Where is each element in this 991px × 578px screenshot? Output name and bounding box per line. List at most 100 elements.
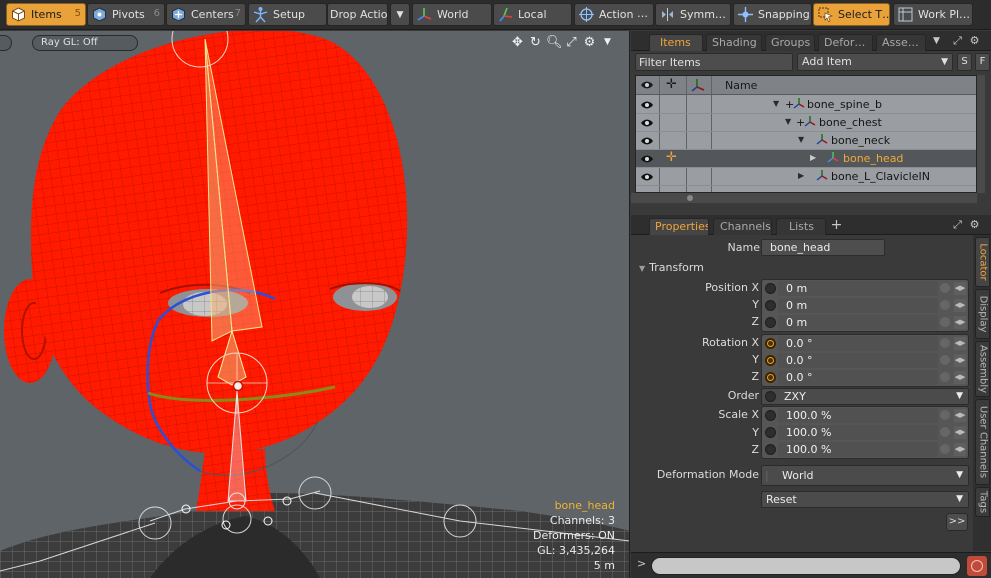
tab-shading[interactable]: Shading	[706, 34, 762, 51]
scale-z-field[interactable]: 100.0 %	[778, 442, 938, 457]
select-through-button[interactable]: Select T…	[813, 3, 890, 26]
keyframe-dot[interactable]	[765, 283, 776, 294]
items-tree[interactable]: ✛ Name ▼ + bone_spine_b ▼ + bone_chest ▼…	[635, 75, 977, 193]
tab-display[interactable]: Display	[975, 289, 990, 339]
add-item-dropdown[interactable]: Add Item ▼	[797, 53, 953, 71]
local-transform-button[interactable]: Local	[493, 3, 572, 26]
rotation-x-field[interactable]: 0.0 °	[778, 336, 938, 351]
move-view-icon[interactable]: ✥	[510, 35, 525, 50]
setup-mode-button[interactable]: Setup	[248, 3, 327, 26]
tab-properties[interactable]: Properties	[649, 218, 709, 235]
stepper-arrows-icon[interactable]: ◀▶	[954, 371, 966, 384]
keyframe-dot[interactable]	[765, 300, 776, 311]
keyframe-dot[interactable]	[765, 372, 776, 383]
list-item[interactable]: ▶ bone_L_ClavicleIN	[636, 168, 976, 186]
tab-deformers[interactable]: Defor…	[818, 34, 873, 51]
lock-column-icon[interactable]: ✛	[666, 77, 677, 92]
list-item[interactable]: ▼ bone_neck	[636, 132, 976, 150]
f-button[interactable]: F	[975, 53, 990, 71]
3d-viewport[interactable]: Ray GL: Off ✥ ↻ 🔍︎ ⤢ ⚙ ▼ bone_head Chann…	[0, 31, 630, 578]
list-item[interactable]: ▼ + bone_chest	[636, 114, 976, 132]
expand-arrow-icon[interactable]: ▶	[810, 153, 816, 162]
link-dot[interactable]	[940, 338, 950, 348]
chevron-down-icon[interactable]: ▼	[930, 34, 943, 48]
keyframe-dot[interactable]	[765, 355, 776, 366]
list-item[interactable]: ✛ ▶ bone_head	[636, 150, 976, 168]
expand-button[interactable]: >>	[946, 513, 968, 531]
stepper-arrows-icon[interactable]: ◀▶	[954, 282, 966, 295]
items-mode-button[interactable]: Items 5	[6, 3, 86, 26]
eye-icon[interactable]	[640, 152, 654, 166]
drop-action-button[interactable]: Drop Action	[327, 3, 388, 26]
deformation-mode-dropdown[interactable]: | World ▼	[761, 465, 969, 486]
tab-channels[interactable]: Channels	[713, 218, 772, 235]
rotation-y-field[interactable]: 0.0 °	[778, 353, 938, 368]
ray-gl-toggle[interactable]: Ray GL: Off	[32, 35, 138, 51]
filter-items-input[interactable]	[635, 53, 793, 71]
action-center-button[interactable]: Action …	[574, 3, 654, 26]
snapping-button[interactable]: Snapping	[733, 3, 812, 26]
stepper-arrows-icon[interactable]: ◀▶	[954, 337, 966, 350]
keyframe-dot[interactable]	[765, 338, 776, 349]
reset-dropdown[interactable]: Reset ▼	[761, 491, 969, 508]
link-dot[interactable]	[940, 372, 950, 382]
name-field[interactable]: bone_head	[761, 239, 885, 256]
tab-lists[interactable]: Lists	[776, 218, 826, 235]
record-macro-icon[interactable]	[967, 556, 987, 576]
eye-icon[interactable]	[640, 116, 654, 130]
expand-arrow-icon[interactable]: ▼	[798, 135, 804, 144]
eye-icon[interactable]	[640, 78, 654, 95]
pivots-mode-button[interactable]: Pivots 6	[87, 3, 165, 26]
stepper-arrows-icon[interactable]: ◀▶	[954, 299, 966, 312]
tab-assemblies[interactable]: Asse…	[876, 34, 926, 51]
link-dot[interactable]	[940, 355, 950, 365]
rotate-view-icon[interactable]: ↻	[528, 35, 543, 50]
maximize-icon[interactable]: ⤢	[951, 218, 964, 232]
gear-icon[interactable]: ⚙	[582, 35, 597, 50]
tab-user-channels[interactable]: User Channels	[975, 399, 990, 485]
link-dot[interactable]	[940, 427, 950, 437]
symmetry-button[interactable]: Symm…	[655, 3, 731, 26]
list-item[interactable]: ▼ + bone_spine_b	[636, 96, 976, 114]
tab-items[interactable]: Items	[649, 34, 703, 51]
items-vertical-scrollbar[interactable]	[977, 75, 985, 193]
add-tab-button[interactable]: +	[830, 218, 843, 232]
eye-icon[interactable]	[640, 170, 654, 184]
order-dropdown[interactable]: ZXY ▼	[761, 388, 969, 405]
position-z-field[interactable]: 0 m	[778, 315, 938, 330]
stepper-arrows-icon[interactable]: ◀▶	[954, 426, 966, 439]
maximize-icon[interactable]: ⤢	[951, 34, 964, 48]
keyframe-dot[interactable]	[765, 410, 776, 421]
scale-x-field[interactable]: 100.0 %	[778, 408, 938, 423]
chevron-down-icon[interactable]: ▼	[600, 35, 615, 50]
stepper-arrows-icon[interactable]: ◀▶	[954, 409, 966, 422]
tab-groups[interactable]: Groups	[765, 34, 815, 51]
link-dot[interactable]	[940, 444, 950, 454]
transform-section-header[interactable]: ▼ Transform	[639, 261, 704, 274]
name-column-header[interactable]: Name	[725, 79, 757, 92]
eye-icon[interactable]	[640, 134, 654, 148]
link-dot[interactable]	[940, 410, 950, 420]
expand-arrow-icon[interactable]: ▼	[785, 117, 791, 126]
centers-mode-button[interactable]: Centers 7	[166, 3, 246, 26]
keyframe-dot[interactable]	[765, 317, 776, 328]
scroll-handle[interactable]	[687, 195, 693, 201]
gear-icon[interactable]: ⚙	[968, 218, 981, 232]
keyframe-dot[interactable]	[765, 427, 776, 438]
link-dot[interactable]	[940, 317, 950, 327]
s-button[interactable]: S	[957, 53, 972, 71]
keyframe-dot[interactable]	[765, 391, 776, 402]
gear-icon[interactable]: ⚙	[968, 34, 981, 48]
link-dot[interactable]	[940, 283, 950, 293]
eye-icon[interactable]	[640, 98, 654, 112]
link-dot[interactable]	[940, 300, 950, 310]
scale-y-field[interactable]: 100.0 %	[778, 425, 938, 440]
tab-tags[interactable]: Tags	[975, 487, 990, 517]
axes-icon[interactable]	[691, 78, 705, 95]
items-horizontal-scrollbar[interactable]	[631, 193, 977, 203]
drop-action-dropdown[interactable]: ▼	[390, 3, 410, 26]
tab-assembly[interactable]: Assembly	[975, 341, 990, 397]
rotation-z-field[interactable]: 0.0 °	[778, 370, 938, 385]
expand-arrow-icon[interactable]: ▼	[773, 99, 779, 108]
stepper-arrows-icon[interactable]: ◀▶	[954, 443, 966, 456]
